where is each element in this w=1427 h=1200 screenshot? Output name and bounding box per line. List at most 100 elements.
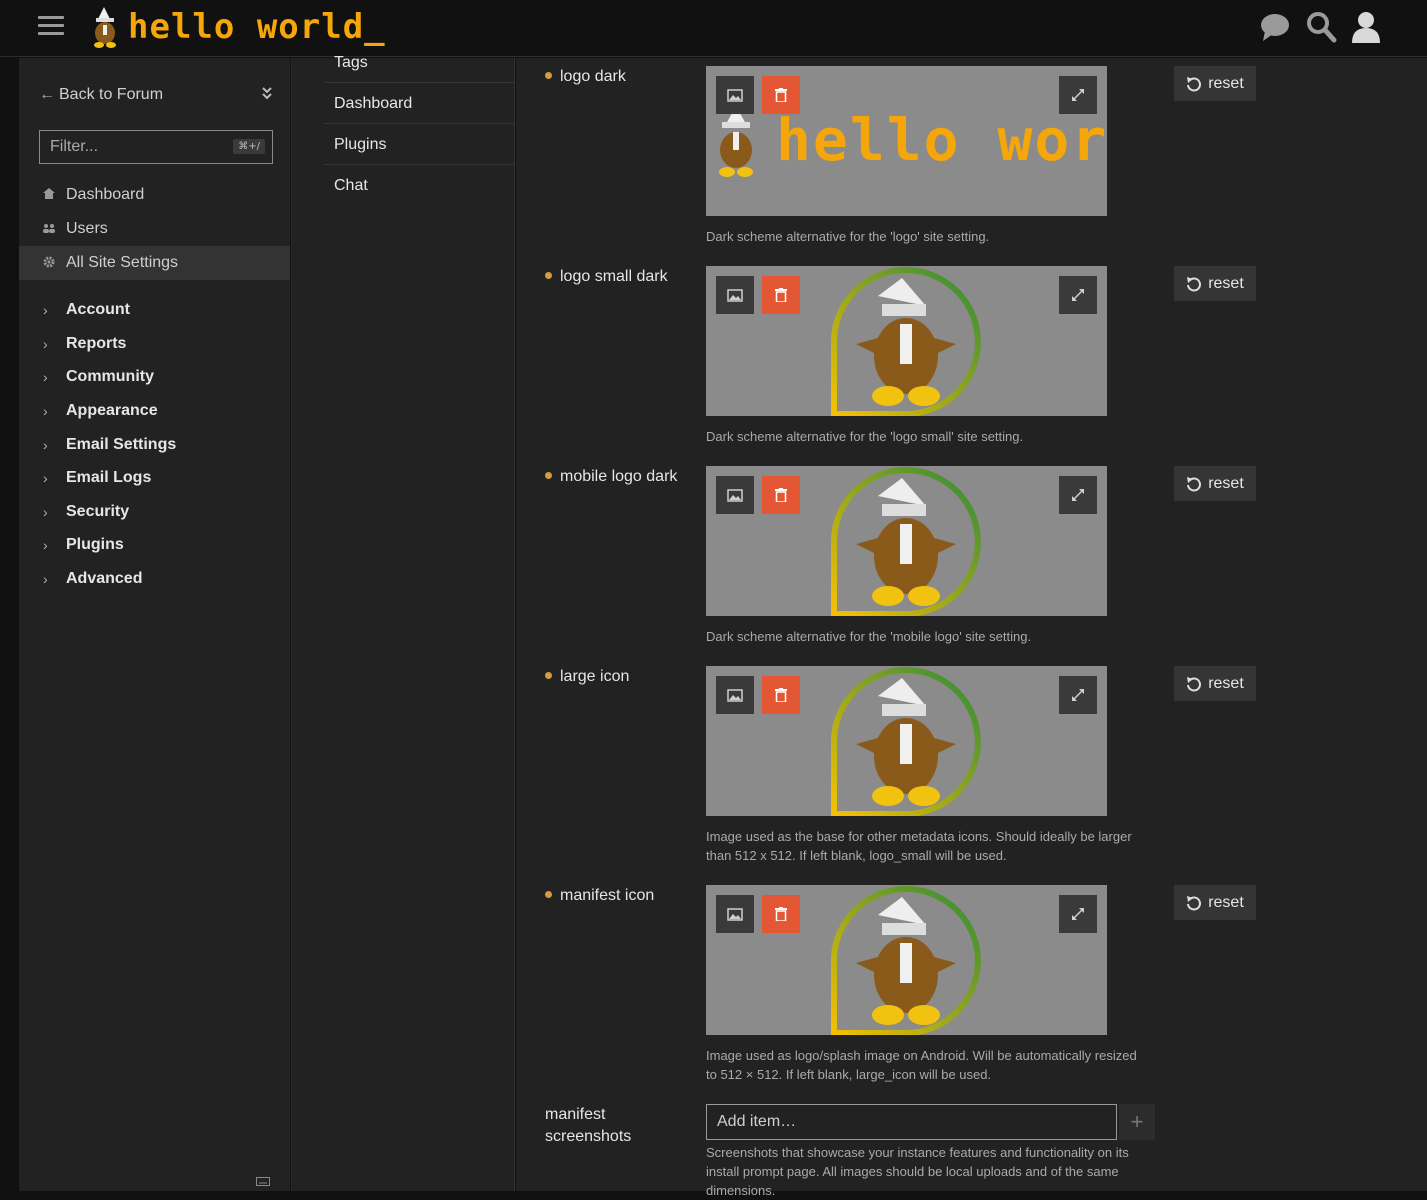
sidebar-category-reports[interactable]: › Reports xyxy=(19,331,290,357)
trash-icon xyxy=(775,688,787,702)
setting-label: manifest icon xyxy=(545,885,685,907)
delete-image-button[interactable] xyxy=(762,476,800,514)
subnav-label: Tags xyxy=(334,53,368,71)
image-preview xyxy=(706,666,1107,816)
setting-label-text: logo dark xyxy=(560,68,626,85)
sidebar-category-account[interactable]: › Account xyxy=(19,297,290,323)
delete-image-button[interactable] xyxy=(762,76,800,114)
subnav-label: Plugins xyxy=(334,135,387,153)
subnav-item-tags[interactable]: Tags xyxy=(324,43,515,83)
sidebar-filter-input[interactable]: Filter... ⌘+/ xyxy=(39,130,273,164)
chevron-right-icon: › xyxy=(43,504,48,520)
mascot-image xyxy=(831,467,981,616)
upload-image-button[interactable] xyxy=(716,895,754,933)
add-item-input[interactable]: Add item… xyxy=(706,1104,1117,1140)
add-item-button[interactable]: + xyxy=(1119,1104,1155,1140)
undo-icon xyxy=(1187,676,1202,691)
setting-label: manifest screenshots xyxy=(545,1106,632,1145)
category-label: Community xyxy=(66,368,154,385)
modified-indicator xyxy=(545,472,552,480)
subnav-label: Dashboard xyxy=(334,94,413,112)
reset-button[interactable]: reset xyxy=(1174,66,1256,101)
home-icon xyxy=(42,188,56,202)
upload-image-button[interactable] xyxy=(716,76,754,114)
modified-indicator xyxy=(545,72,552,80)
chevron-right-icon: › xyxy=(43,437,48,453)
reset-button[interactable]: reset xyxy=(1174,666,1256,701)
mascot-icon xyxy=(94,7,116,48)
reset-button[interactable]: reset xyxy=(1174,266,1256,301)
chat-icon[interactable] xyxy=(1259,9,1291,45)
sidebar-category-advanced[interactable]: › Advanced xyxy=(19,566,290,592)
sidebar-item-users[interactable]: Users xyxy=(19,212,290,246)
setting-label: logo small dark xyxy=(545,266,685,288)
setting-label-text: mobile logo dark xyxy=(560,468,678,485)
search-icon[interactable] xyxy=(1305,9,1337,45)
sidebar-category-email-settings[interactable]: › Email Settings xyxy=(19,432,290,458)
setting-description: Dark scheme alternative for the 'logo sm… xyxy=(706,429,1024,444)
upload-image-button[interactable] xyxy=(716,276,754,314)
setting-label: large icon xyxy=(545,666,685,688)
back-to-forum-label: Back to Forum xyxy=(59,86,164,103)
sidebar-category-security[interactable]: › Security xyxy=(19,499,290,525)
category-label: Advanced xyxy=(66,570,143,587)
category-label: Reports xyxy=(66,335,127,352)
setting-description: Screenshots that showcase your instance … xyxy=(706,1145,1129,1198)
upload-image-button[interactable] xyxy=(716,476,754,514)
site-header: hello world_ xyxy=(0,0,1427,57)
sidebar-item-label: Users xyxy=(66,220,108,237)
delete-image-button[interactable] xyxy=(762,895,800,933)
trash-icon xyxy=(775,88,787,102)
subnav-item-dashboard[interactable]: Dashboard xyxy=(324,84,515,124)
subnav-item-chat[interactable]: Chat xyxy=(324,166,515,206)
back-to-forum-link[interactable]: ← Back to Forum xyxy=(39,86,279,108)
expand-icon xyxy=(1072,89,1084,101)
subnav-item-plugins[interactable]: Plugins xyxy=(324,125,515,165)
expand-image-button[interactable] xyxy=(1059,76,1097,114)
expand-image-button[interactable] xyxy=(1059,895,1097,933)
sidebar-category-email-logs[interactable]: › Email Logs xyxy=(19,465,290,491)
category-label: Security xyxy=(66,503,130,520)
chevron-right-icon: › xyxy=(43,470,48,486)
sidebar-category-plugins[interactable]: › Plugins xyxy=(19,532,290,558)
settings-main: logo dark hello world_ Dark scheme alter… xyxy=(516,58,1427,1198)
mascot-image xyxy=(831,886,981,1035)
trash-icon xyxy=(775,488,787,502)
undo-icon xyxy=(1187,895,1202,910)
sidebar-item-dashboard[interactable]: Dashboard xyxy=(19,178,290,212)
reset-label: reset xyxy=(1208,474,1244,492)
chevron-right-icon: › xyxy=(43,302,48,318)
undo-icon xyxy=(1187,276,1202,291)
setting-label-text: logo small dark xyxy=(560,268,668,285)
hamburger-icon[interactable] xyxy=(38,13,64,39)
mascot-image xyxy=(831,267,981,416)
user-icon[interactable] xyxy=(1350,9,1382,45)
gear-icon xyxy=(42,256,56,271)
reset-button[interactable]: reset xyxy=(1174,885,1256,920)
image-preview xyxy=(706,266,1107,416)
filter-shortcut-hint: ⌘+/ xyxy=(233,139,265,154)
mascot-image xyxy=(831,667,981,816)
undo-icon xyxy=(1187,76,1202,91)
sidebar-category-appearance[interactable]: › Appearance xyxy=(19,398,290,424)
expand-image-button[interactable] xyxy=(1059,276,1097,314)
collapse-all-icon[interactable] xyxy=(261,86,273,105)
image-preview xyxy=(706,466,1107,616)
keyboard-icon[interactable] xyxy=(256,1175,270,1189)
upload-image-button[interactable] xyxy=(716,676,754,714)
reset-label: reset xyxy=(1208,274,1244,292)
expand-icon xyxy=(1072,689,1084,701)
reset-label: reset xyxy=(1208,893,1244,911)
expand-image-button[interactable] xyxy=(1059,476,1097,514)
modified-indicator xyxy=(545,272,552,280)
image-icon xyxy=(727,288,743,302)
expand-image-button[interactable] xyxy=(1059,676,1097,714)
setting-label-text: manifest icon xyxy=(560,887,655,904)
plus-icon: + xyxy=(1130,1109,1144,1134)
reset-button[interactable]: reset xyxy=(1174,466,1256,501)
sidebar-category-community[interactable]: › Community xyxy=(19,364,290,390)
image-preview xyxy=(706,885,1107,1035)
delete-image-button[interactable] xyxy=(762,276,800,314)
delete-image-button[interactable] xyxy=(762,676,800,714)
sidebar-item-all-site-settings[interactable]: All Site Settings xyxy=(19,246,290,280)
